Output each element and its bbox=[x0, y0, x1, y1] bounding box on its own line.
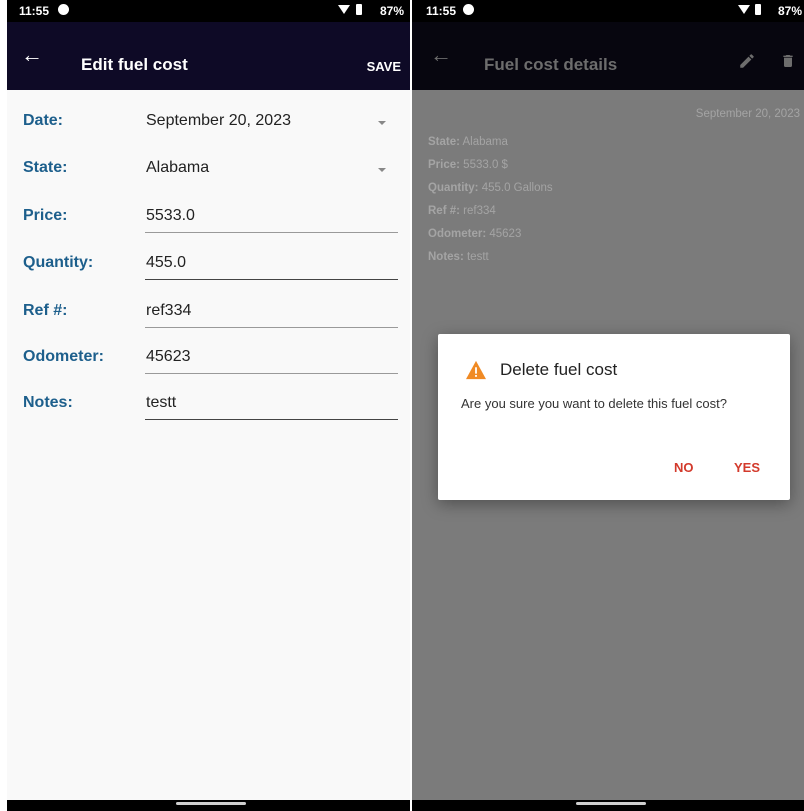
date-select[interactable]: September 20, 2023 bbox=[145, 102, 398, 138]
dropdown-arrow-icon bbox=[378, 121, 386, 125]
state-row: State: Alabama bbox=[7, 141, 410, 189]
details-date: September 20, 2023 bbox=[695, 108, 800, 120]
odometer-label: Odometer: bbox=[23, 348, 104, 365]
price-row: Price: 5533.0 bbox=[7, 189, 410, 237]
odometer-input[interactable]: 45623 bbox=[145, 338, 398, 374]
odometer-value: 45623 bbox=[146, 348, 191, 365]
odometer-row: Odometer: 45623 bbox=[7, 330, 410, 378]
no-button[interactable]: NO bbox=[674, 460, 694, 475]
pencil-icon[interactable] bbox=[738, 52, 756, 70]
state-label: State: bbox=[23, 159, 68, 176]
detail-quantity: Quantity: 455.0 Gallons bbox=[428, 182, 553, 194]
state-value: Alabama bbox=[146, 159, 210, 176]
quantity-value: 455.0 bbox=[146, 254, 187, 271]
dropdown-arrow-icon bbox=[378, 168, 386, 172]
edit-fuel-cost-screen: 11:55 87% ← Edit fuel cost SAVE Date: Se… bbox=[7, 0, 410, 811]
battery-icon bbox=[755, 4, 761, 15]
price-value: 5533.0 bbox=[146, 207, 195, 224]
notes-row: Notes: testt bbox=[7, 376, 410, 424]
ref-row: Ref #: ref334 bbox=[7, 284, 410, 332]
detail-price: Price: 5533.0 $ bbox=[428, 159, 508, 171]
detail-notes: Notes: testt bbox=[428, 251, 489, 263]
notes-input[interactable]: testt bbox=[145, 384, 398, 420]
notes-value: testt bbox=[146, 394, 177, 411]
state-select[interactable]: Alabama bbox=[145, 149, 398, 185]
wifi-icon bbox=[338, 5, 350, 14]
trash-icon[interactable] bbox=[780, 52, 796, 70]
ref-input[interactable]: ref334 bbox=[145, 292, 398, 328]
battery-icon bbox=[356, 4, 362, 15]
page-title: Fuel cost details bbox=[484, 55, 618, 74]
fuel-cost-details-screen: 11:55 87% ← Fuel cost details September … bbox=[412, 0, 804, 811]
status-bar: 11:55 87% bbox=[412, 0, 804, 22]
battery-level: 87% bbox=[379, 4, 404, 18]
wifi-icon bbox=[738, 5, 750, 14]
delete-confirm-dialog: Delete fuel cost Are you sure you want t… bbox=[438, 334, 790, 500]
battery-level: 87% bbox=[777, 4, 802, 18]
status-bar: 11:55 87% bbox=[7, 0, 410, 22]
quantity-row: Quantity: 455.0 bbox=[7, 236, 410, 284]
save-button[interactable]: SAVE bbox=[367, 59, 401, 74]
date-row: Date: September 20, 2023 bbox=[7, 94, 410, 142]
dialog-title: Delete fuel cost bbox=[500, 360, 618, 379]
yes-button[interactable]: YES bbox=[734, 460, 760, 475]
notes-label: Notes: bbox=[23, 394, 73, 411]
navigation-bar bbox=[412, 800, 804, 811]
date-label: Date: bbox=[23, 112, 64, 129]
app-bar: ← Edit fuel cost SAVE bbox=[7, 22, 410, 90]
detail-state: State: Alabama bbox=[428, 136, 508, 148]
gesture-handle[interactable] bbox=[176, 802, 246, 805]
warning-icon bbox=[466, 360, 486, 380]
dialog-message: Are you sure you want to delete this fue… bbox=[461, 396, 727, 411]
ref-value: ref334 bbox=[146, 302, 192, 319]
ref-label: Ref #: bbox=[23, 302, 68, 319]
date-value: September 20, 2023 bbox=[146, 112, 291, 129]
price-input[interactable]: 5533.0 bbox=[145, 197, 398, 233]
app-bar: ← Fuel cost details bbox=[412, 22, 804, 90]
navigation-bar bbox=[7, 800, 410, 811]
price-label: Price: bbox=[23, 207, 68, 224]
detail-odometer: Odometer: 45623 bbox=[428, 228, 522, 240]
status-time: 11:55 bbox=[19, 4, 50, 18]
back-arrow-icon[interactable]: ← bbox=[430, 44, 452, 66]
notification-icon bbox=[463, 4, 474, 15]
page-title: Edit fuel cost bbox=[81, 55, 188, 74]
quantity-input[interactable]: 455.0 bbox=[145, 244, 398, 280]
status-time: 11:55 bbox=[426, 4, 457, 18]
gesture-handle[interactable] bbox=[576, 802, 646, 805]
back-arrow-icon[interactable]: ← bbox=[21, 44, 43, 66]
detail-ref: Ref #: ref334 bbox=[428, 205, 496, 217]
quantity-label: Quantity: bbox=[23, 254, 94, 271]
notification-icon bbox=[58, 4, 69, 15]
